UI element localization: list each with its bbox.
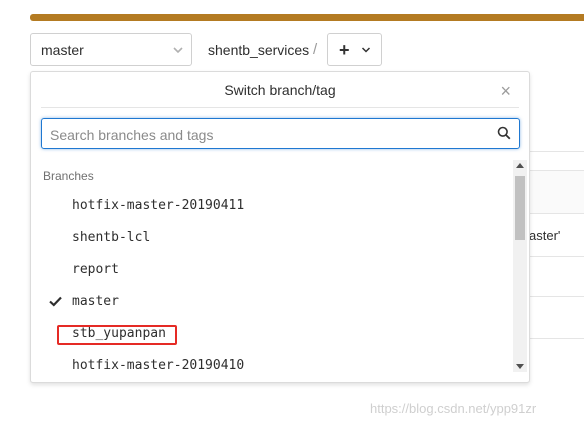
branch-name: hotfix-master-20190410 — [72, 358, 245, 373]
switch-branch-dropdown: Switch branch/tag × Branches hotfix-mast… — [30, 71, 530, 383]
background-divider — [529, 296, 584, 297]
branch-item-selected[interactable]: master — [31, 287, 511, 319]
add-new-file-button[interactable]: + — [327, 33, 382, 66]
check-icon — [49, 296, 62, 307]
branch-list: hotfix-master-20190411 shentb-lcl report… — [31, 191, 511, 382]
breadcrumb-project-link[interactable]: shentb_services — [208, 42, 309, 58]
search-icon — [497, 126, 511, 140]
branch-item[interactable]: report — [31, 255, 511, 287]
branch-name: report — [72, 262, 119, 277]
chevron-down-icon — [173, 47, 183, 54]
dropdown-scrollbar[interactable] — [513, 160, 527, 372]
chevron-down-icon — [361, 47, 371, 53]
branch-search-input[interactable] — [42, 119, 492, 150]
branch-item[interactable]: shentb-lcl — [31, 223, 511, 255]
branch-select-dropdown[interactable]: master — [30, 33, 192, 66]
background-divider — [529, 338, 584, 339]
scrollbar-thumb[interactable] — [515, 176, 525, 240]
close-icon[interactable]: × — [500, 81, 511, 102]
branch-item[interactable]: hotfix-master-20190411 — [31, 191, 511, 223]
background-divider — [529, 151, 584, 152]
background-panel — [529, 170, 584, 214]
branch-item[interactable]: hotfix-master-20190410 — [31, 351, 511, 382]
dropdown-divider — [41, 107, 519, 108]
plus-icon: + — [339, 40, 350, 60]
branch-name: master — [72, 294, 119, 309]
watermark: https://blog.csdn.net/ypp91zr — [370, 401, 537, 416]
branch-name: hotfix-master-20190411 — [72, 198, 245, 213]
scroll-up-arrow-icon[interactable] — [516, 163, 524, 168]
breadcrumb-separator: / — [313, 41, 318, 58]
background-divider — [529, 256, 584, 257]
branches-section-header: Branches — [43, 169, 94, 183]
highlight-annotation-box — [57, 325, 177, 345]
branch-select-value: master — [41, 41, 84, 58]
branch-search-field[interactable] — [41, 118, 520, 150]
top-accent-bar — [30, 14, 584, 21]
branch-name: shentb-lcl — [72, 230, 151, 245]
dropdown-title: Switch branch/tag — [224, 82, 336, 98]
background-commit-text: aster' — [529, 228, 561, 243]
scroll-down-arrow-icon[interactable] — [516, 364, 524, 369]
